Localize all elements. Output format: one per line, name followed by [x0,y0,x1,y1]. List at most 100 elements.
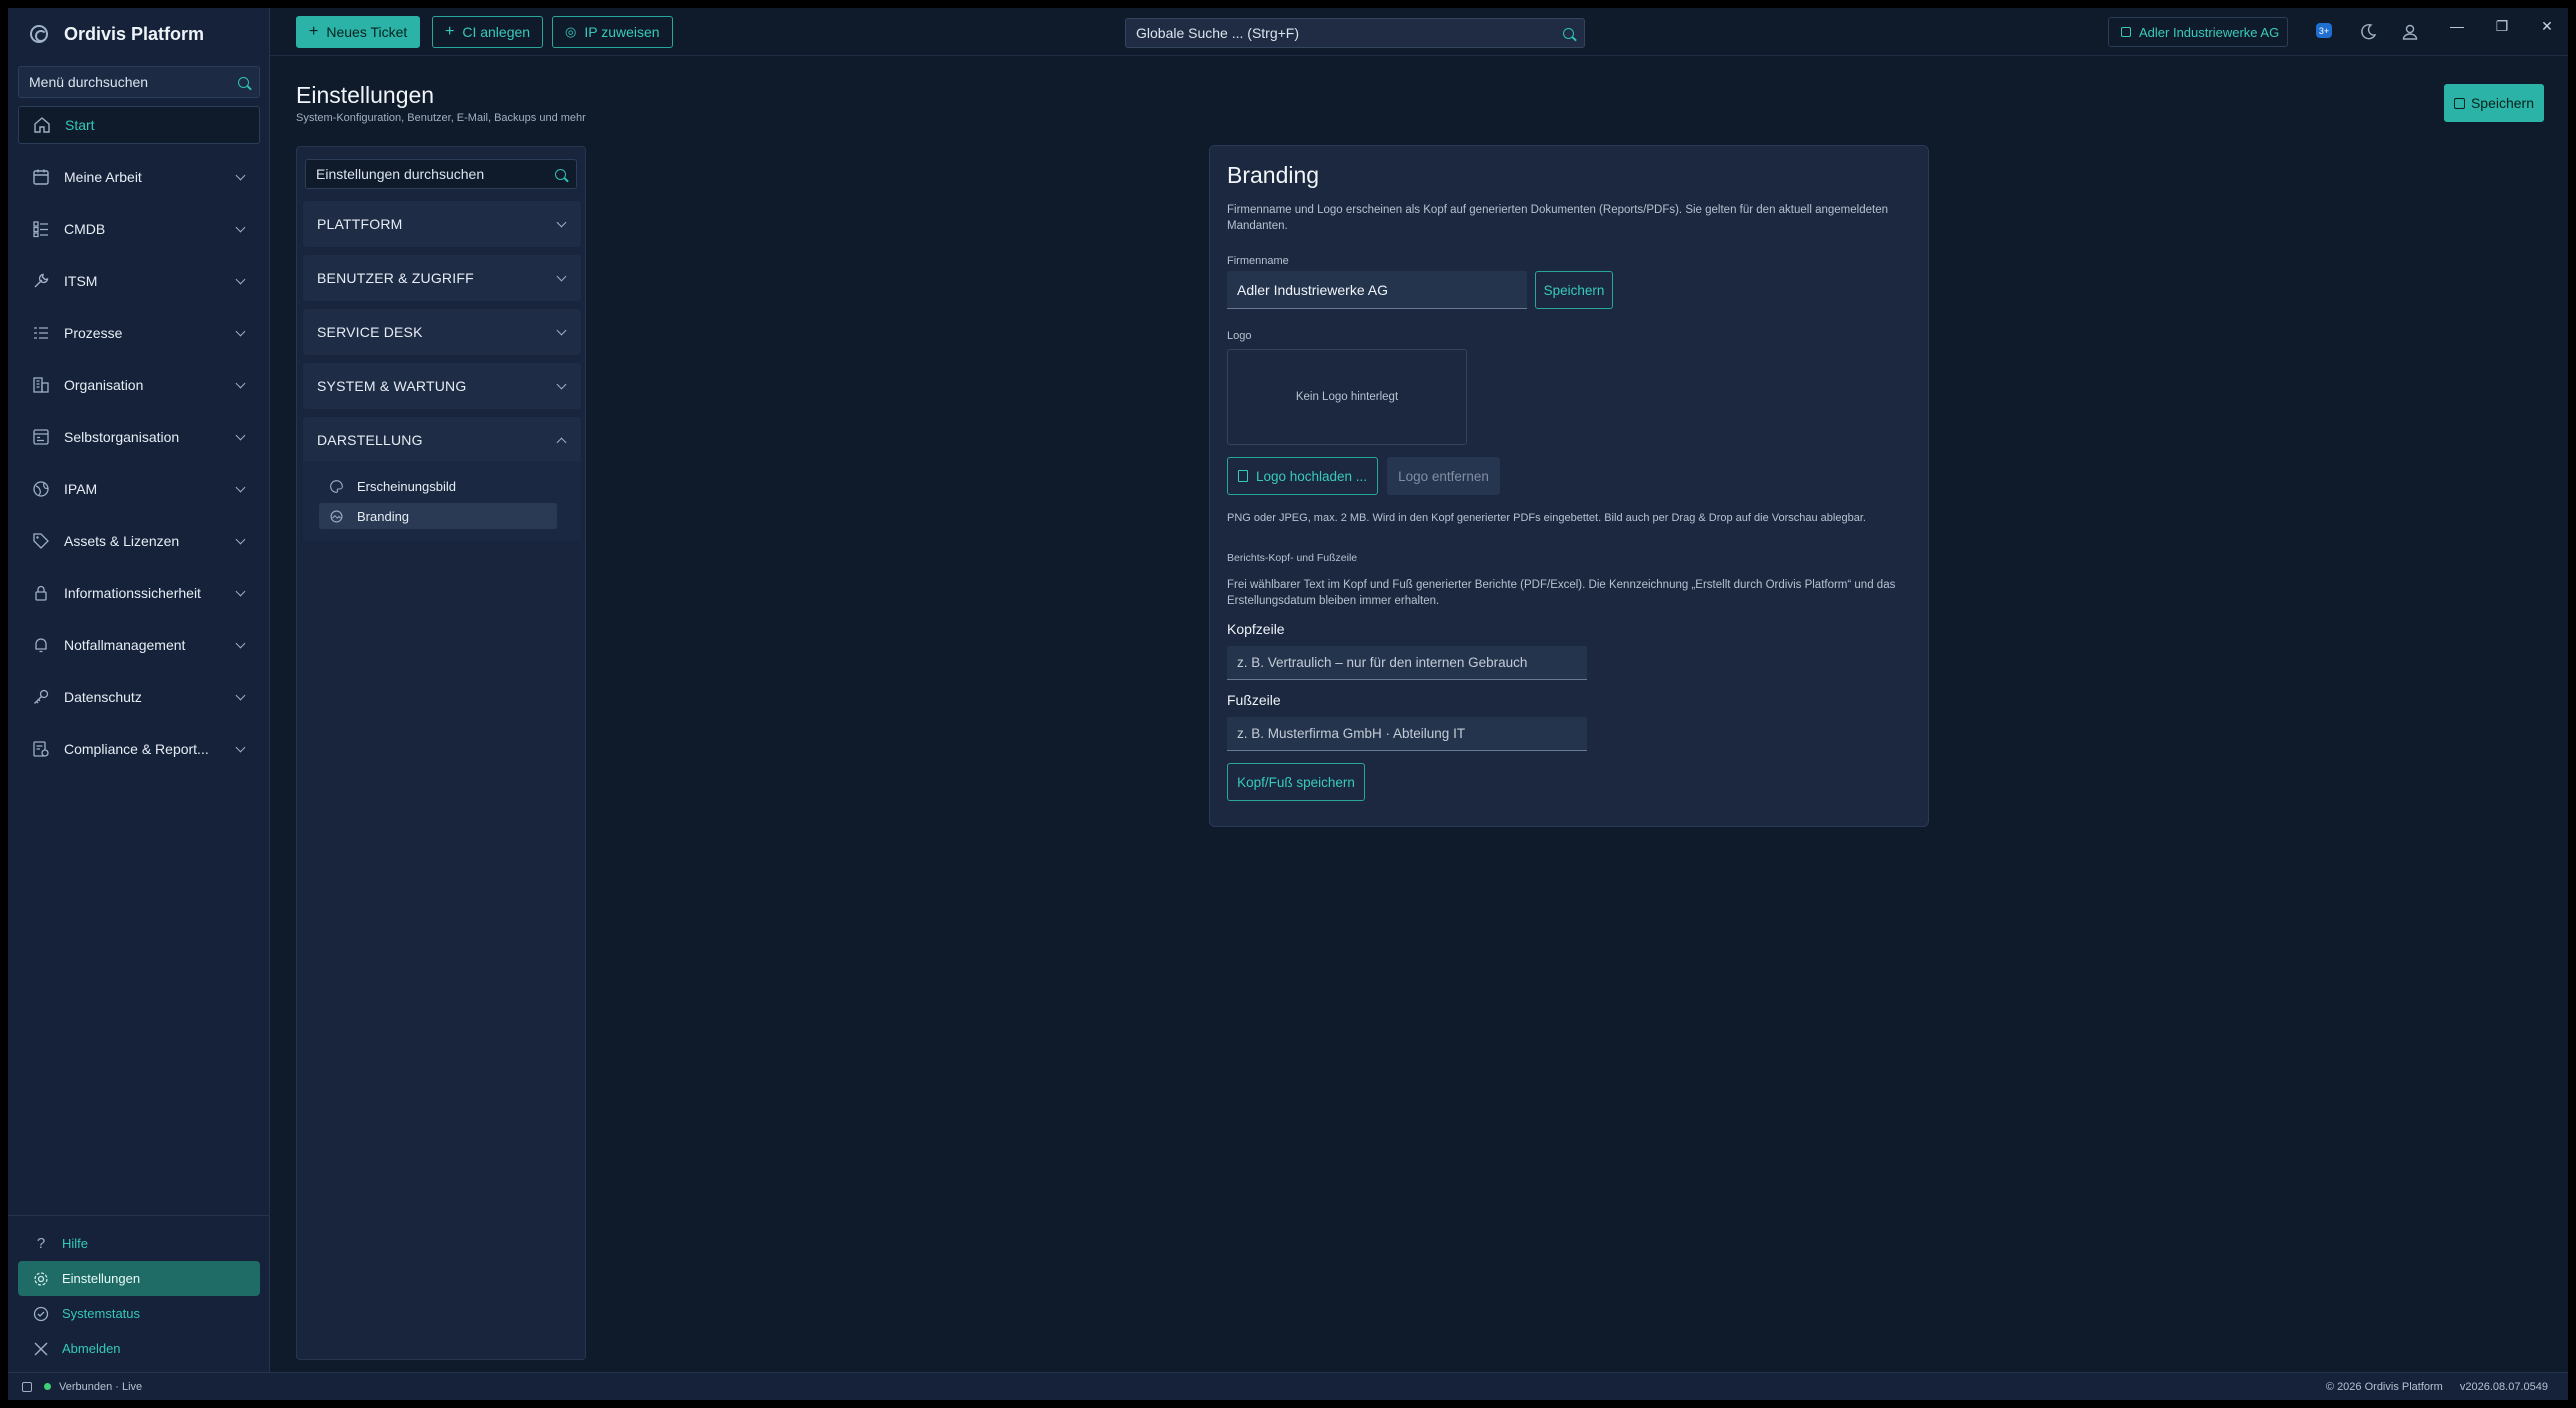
sidebar-item-label: IPAM [64,481,98,497]
search-icon[interactable] [238,76,249,88]
search-icon[interactable] [555,168,566,180]
footer-input[interactable] [1227,717,1587,751]
settings-search [305,159,577,189]
section-plattform[interactable]: PLATTFORM [303,201,581,247]
restore-icon[interactable]: ❐ [2487,16,2517,36]
theme-toggle-icon[interactable] [2356,20,2380,44]
save-button[interactable]: Speichern [2444,84,2544,122]
sidebar-item-start[interactable]: Start [18,106,260,144]
section-darstellung[interactable]: DARSTELLUNG [303,417,581,463]
chevron-down-icon [235,482,246,492]
section-label: BENUTZER & ZUGRIFF [317,270,474,286]
sidebar-item-einstellungen[interactable]: Einstellungen [18,1261,260,1296]
global-search-input[interactable] [1136,25,1563,41]
globe-icon [32,480,50,498]
section-benutzer-zugriff[interactable]: BENUTZER & ZUGRIFF [303,255,581,301]
sidebar-item-label: CMDB [64,221,106,237]
app-title: Ordivis Platform [64,23,205,44]
sidebar-item-meine-arbeit[interactable]: Meine Arbeit [18,151,260,203]
section-label: PLATTFORM [317,216,403,232]
sidebar-item-prozesse[interactable]: Prozesse [18,307,260,359]
global-search [1125,18,1585,48]
notifications-icon[interactable]: 3+ [2312,20,2336,44]
logo-upload-button[interactable]: Logo hochladen ... [1227,457,1378,495]
sidebar-item-label: Informationssicherheit [64,585,201,601]
assign-ip-label: IP zuweisen [584,24,660,40]
logo-remove-button[interactable]: Logo entfernen [1387,457,1500,495]
logo-upload-label: Logo hochladen ... [1255,468,1368,484]
plus-icon: + [445,23,455,40]
section-system-wartung[interactable]: SYSTEM & WARTUNG [303,363,581,409]
logo-label: Logo [1227,330,1252,342]
sidebar-item-organisation[interactable]: Organisation [18,359,260,411]
sidebar-item-abmelden[interactable]: Abmelden [18,1331,260,1366]
upload-icon [1237,470,1248,482]
chevron-down-icon [235,690,246,700]
minimize-icon[interactable]: — [2442,16,2472,36]
save-header-footer-label: Kopf/Fuß speichern [1237,774,1355,790]
sidebar-item-datenschutz[interactable]: Datenschutz [18,671,260,723]
sidebar-item-compliance[interactable]: Compliance & Report... [18,723,260,775]
section-label: SERVICE DESK [317,324,423,340]
header-input[interactable] [1227,646,1587,680]
process-icon [32,324,50,342]
section-label: SYSTEM & WARTUNG [317,378,467,394]
sidebar-item-informationssicherheit[interactable]: Informationssicherheit [18,567,260,619]
branding-card: Branding Firmenname und Logo erscheinen … [1209,145,1929,827]
page-title: Einstellungen [296,82,435,108]
brand[interactable]: Ordivis Platform [8,8,270,60]
footer-label: Fußzeile [1227,692,1281,708]
sidebar-item-itsm[interactable]: ITSM [18,255,260,307]
sidebar-item-systemstatus[interactable]: Systemstatus [18,1296,260,1331]
list-icon [32,220,50,238]
sidebar-item-selbstorganisation[interactable]: Selbstorganisation [18,411,260,463]
tenant-selector[interactable]: Adler Industriewerke AG [2108,17,2288,47]
version: v2026.08.07.0549 [2459,1381,2548,1393]
section-darstellung-items: Erscheinungsbild Branding [303,461,581,541]
sidebar-item-label: Organisation [64,377,144,393]
settings-search-input[interactable] [316,166,555,182]
statusbar-right: © 2026 Ordivis Platform v2026.08.07.0549 [2326,1381,2548,1393]
globe-icon: ◎ [565,24,577,39]
sidebar-item-label: Einstellungen [62,1271,141,1286]
sidebar-item-assets-lizenzen[interactable]: Assets & Lizenzen [18,515,260,567]
connection-icon [22,1381,32,1392]
key-icon [32,688,50,706]
sidebar-item-notfallmanagement[interactable]: Notfallmanagement [18,619,260,671]
sidebar-item-label: ITSM [64,273,98,289]
chevron-down-icon [235,170,246,180]
chevron-down-icon [235,534,246,544]
ordivis-logo-icon [30,25,48,43]
report-description: Frei wählbarer Text im Kopf und Fuß gene… [1227,579,1896,607]
sidebar-item-ipam[interactable]: IPAM [18,463,260,515]
calendar-icon [32,168,50,186]
company-save-button[interactable]: Speichern [1535,271,1613,309]
new-ticket-button[interactable]: + Neues Ticket [296,16,421,48]
menu-search-input[interactable] [29,74,238,90]
settings-item-erscheinungsbild[interactable]: Erscheinungsbild [319,473,557,499]
search-icon[interactable] [1563,27,1574,39]
bell-icon [32,636,50,654]
sidebar-item-cmdb[interactable]: CMDB [18,203,260,255]
sidebar-item-label: Abmelden [62,1341,121,1356]
company-name-input[interactable] [1227,271,1527,309]
window-close-icon[interactable]: ✕ [2532,16,2562,36]
sidebar-item-hilfe[interactable]: ? Hilfe [18,1226,260,1261]
sidebar-item-label: Notfallmanagement [64,637,186,653]
image-icon [327,507,345,525]
new-ci-button[interactable]: + CI anlegen [432,16,544,48]
connection-dot [44,1383,51,1390]
user-icon[interactable] [2398,20,2422,44]
assign-ip-button[interactable]: ◎ IP zuweisen [552,16,673,48]
section-service-desk[interactable]: SERVICE DESK [303,309,581,355]
sidebar-nav: Meine Arbeit CMDB ITSM Prozesse Organisa [18,151,260,775]
settings-item-branding[interactable]: Branding [319,503,557,529]
logo-remove-label: Logo entfernen [1398,468,1489,484]
save-header-footer-button[interactable]: Kopf/Fuß speichern [1227,763,1365,801]
logo-preview[interactable]: Kein Logo hinterlegt [1227,349,1467,445]
chevron-down-icon [235,430,246,440]
gear-icon [32,1270,50,1288]
sidebar: Ordivis Platform Start Meine Arbeit CMDB [8,8,270,1372]
company-save-label: Speichern [1543,282,1605,298]
header-label: Kopfzeile [1227,621,1285,637]
